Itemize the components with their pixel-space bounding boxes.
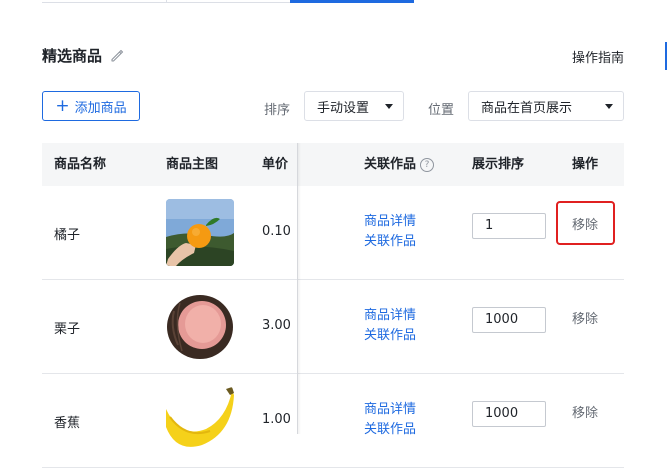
- related-works-link[interactable]: 关联作品: [364, 326, 416, 346]
- help-icon[interactable]: ?: [420, 158, 435, 172]
- section-title: 精选商品: [42, 45, 124, 66]
- table-row: 香蕉 1.00 商品详情 关联作品 1000 移除: [42, 374, 624, 468]
- col-related: 关联作品?: [364, 143, 435, 186]
- col-order: 展示排序: [472, 157, 525, 172]
- product-price: 1.00: [262, 412, 291, 427]
- product-name: 香蕉: [54, 416, 81, 431]
- col-image: 商品主图: [166, 157, 219, 172]
- remove-button[interactable]: 移除: [572, 308, 598, 327]
- col-action: 操作: [572, 157, 599, 172]
- chevron-down-icon: [605, 103, 613, 109]
- col-related-label: 关联作品: [364, 157, 417, 172]
- position-label: 位置: [428, 103, 455, 118]
- sort-label: 排序: [264, 103, 291, 118]
- product-image-orange: [166, 199, 234, 266]
- table-row: 栗子 3.00 商品详情 关联作品 1000 移除: [42, 280, 624, 374]
- order-input[interactable]: 1000: [472, 401, 546, 427]
- guide-link[interactable]: 操作指南: [572, 47, 624, 66]
- order-input[interactable]: 1: [472, 213, 546, 239]
- sort-select[interactable]: 手动设置: [304, 91, 404, 121]
- plus-icon: +: [55, 95, 70, 116]
- product-detail-link[interactable]: 商品详情: [364, 306, 416, 326]
- tab-1[interactable]: [42, 0, 166, 3]
- tab-active[interactable]: [290, 0, 415, 3]
- order-input[interactable]: 1000: [472, 307, 546, 333]
- chevron-down-icon: [385, 103, 393, 109]
- related-links: 商品详情 关联作品: [364, 306, 416, 346]
- related-links: 商品详情 关联作品: [364, 400, 416, 440]
- section-title-text: 精选商品: [42, 47, 103, 65]
- product-price: 0.10: [262, 224, 291, 239]
- add-product-button[interactable]: + 添加商品: [42, 91, 140, 121]
- table-header: 商品名称 商品主图 单价 关联作品? 展示排序 操作: [42, 143, 624, 186]
- fixed-column-shadow: [297, 143, 301, 434]
- highlight-box: [556, 201, 615, 245]
- position-select-value: 商品在首页展示: [481, 100, 573, 116]
- top-tab-strip: [42, 0, 415, 3]
- related-works-link[interactable]: 关联作品: [364, 420, 416, 440]
- related-works-link[interactable]: 关联作品: [364, 232, 416, 252]
- product-price: 3.00: [262, 318, 291, 333]
- edit-pencil-icon[interactable]: [110, 49, 124, 63]
- product-image-banana: [166, 387, 234, 454]
- product-detail-link[interactable]: 商品详情: [364, 400, 416, 420]
- product-detail-link[interactable]: 商品详情: [364, 212, 416, 232]
- product-name: 橘子: [54, 228, 81, 243]
- table-row: 橘子 0.10 商品详情 关联作品 1 移除: [42, 186, 624, 280]
- sort-select-value: 手动设置: [317, 100, 370, 116]
- product-name: 栗子: [54, 322, 81, 337]
- product-image-chestnut: [166, 293, 234, 360]
- position-select[interactable]: 商品在首页展示: [468, 91, 624, 121]
- product-table: 商品名称 商品主图 单价 关联作品? 展示排序 操作 橘子 0.10 商品详情 …: [42, 143, 624, 468]
- remove-button[interactable]: 移除: [572, 402, 598, 421]
- add-product-label: 添加商品: [74, 100, 127, 116]
- col-price: 单价: [262, 157, 289, 172]
- tab-2[interactable]: [165, 0, 291, 3]
- related-links: 商品详情 关联作品: [364, 212, 416, 252]
- col-name: 商品名称: [54, 157, 107, 172]
